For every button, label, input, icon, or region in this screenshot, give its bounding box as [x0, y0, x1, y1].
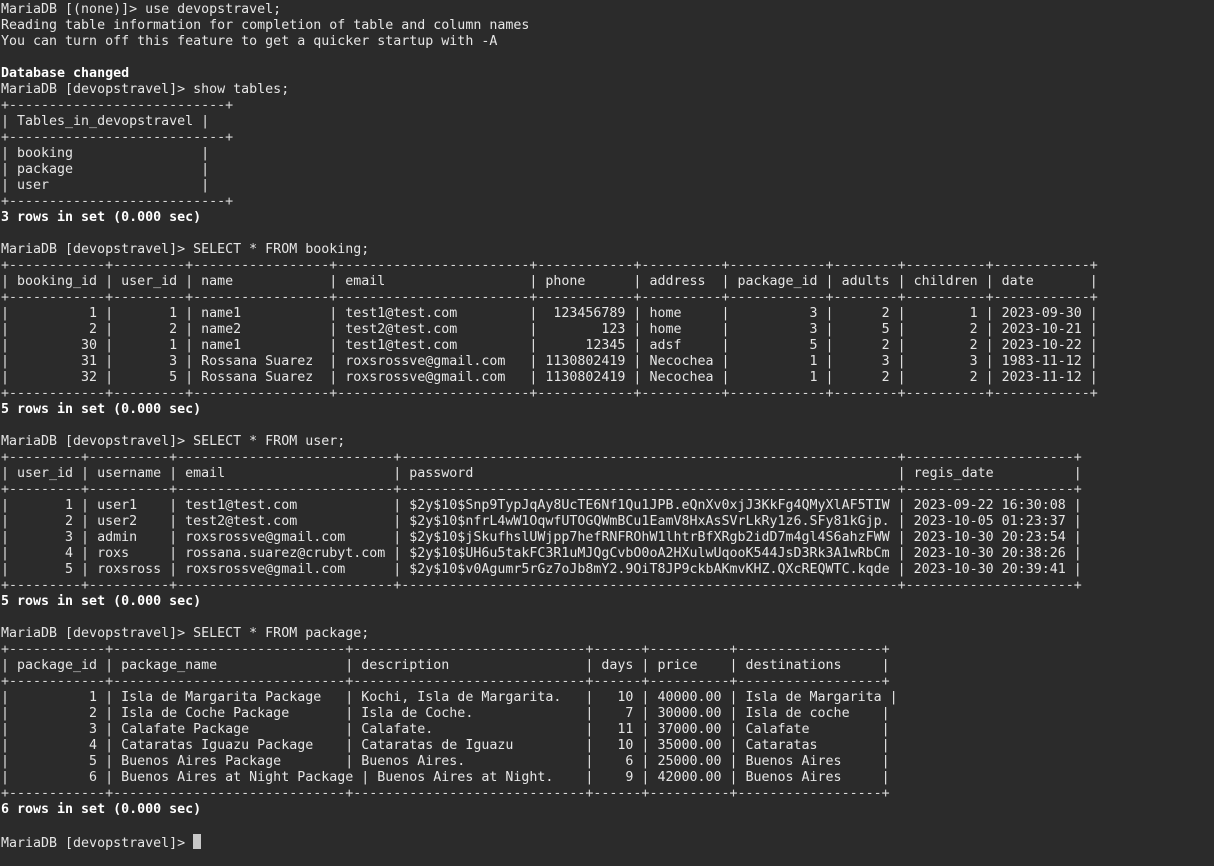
terminal-line-row: | booking |	[1, 146, 210, 161]
terminal-line-row: | 3 | Calafate Package | Calafate. | 11 …	[1, 722, 890, 737]
terminal-line-status: Database changed	[1, 66, 130, 81]
terminal-line-row: | package |	[1, 162, 210, 177]
prompt-text: MariaDB [devopstravel]>	[1, 836, 194, 850]
terminal-line-border: +---------------------------+	[1, 98, 234, 113]
terminal-line-row: | Tables_in_devopstravel |	[1, 114, 210, 129]
terminal-line-border: +------------+--------------------------…	[1, 642, 890, 657]
terminal-line-row: | 5 | roxsross | roxsrossve@gmail.com | …	[1, 562, 1082, 577]
terminal-line-status: 5 rows in set (0.000 sec)	[1, 594, 202, 609]
text-cursor	[193, 834, 202, 849]
terminal-line-border: +---------------------------+	[1, 194, 234, 209]
terminal-line-row: | 4 | roxs | rossana.suarez@crubyt.com |…	[1, 546, 1082, 561]
terminal-line-border: +---------+----------+------------------…	[1, 482, 1082, 497]
terminal-line-border: +---------+----------+------------------…	[1, 450, 1082, 465]
terminal-line-row: | 1 | 1 | name1 | test1@test.com | 12345…	[1, 306, 1098, 321]
terminal-line-prompt: MariaDB [devopstravel]> SELECT * FROM pa…	[1, 626, 370, 641]
terminal-line-status: 3 rows in set (0.000 sec)	[1, 210, 202, 225]
terminal-line-prompt: MariaDB [(none)]> use devopstravel;	[1, 2, 282, 17]
terminal-prompt-line[interactable]: MariaDB [devopstravel]>	[1, 834, 1214, 850]
terminal-line-row: | user_id | username | email | password …	[1, 466, 1082, 481]
terminal-output: MariaDB [(none)]> use devopstravel; Readi…	[1, 2, 1214, 834]
terminal-window[interactable]: MariaDB [(none)]> use devopstravel; Readi…	[0, 0, 1214, 866]
terminal-line-status: 5 rows in set (0.000 sec)	[1, 402, 202, 417]
terminal-line-row: | 5 | Buenos Aires Package | Buenos Aire…	[1, 754, 890, 769]
terminal-line-row: | 2 | 2 | name2 | test2@test.com | 123 |…	[1, 322, 1098, 337]
terminal-line-row: | package_id | package_name | descriptio…	[1, 658, 890, 673]
terminal-line-row: | user |	[1, 178, 210, 193]
terminal-line-prompt: MariaDB [devopstravel]> show tables;	[1, 82, 290, 97]
terminal-line-border: +------------+--------------------------…	[1, 786, 890, 801]
terminal-line-row: | 4 | Cataratas Iguazu Package | Catarat…	[1, 738, 890, 753]
terminal-line-row: | 2 | user2 | test2@test.com | $2y$10$nf…	[1, 514, 1082, 529]
terminal-line-row: | 32 | 5 | Rossana Suarez | roxsrossve@g…	[1, 370, 1098, 385]
terminal-line-row: | 30 | 1 | name1 | test1@test.com | 1234…	[1, 338, 1098, 353]
terminal-line-border: +---------+----------+------------------…	[1, 578, 1082, 593]
terminal-line-row: | 3 | admin | roxsrossve@gmail.com | $2y…	[1, 530, 1082, 545]
terminal-line-border: +------------+---------+----------------…	[1, 386, 1098, 401]
terminal-line-row: | booking_id | user_id | name | email | …	[1, 274, 1098, 289]
terminal-line-output: Reading table information for completion…	[1, 18, 530, 33]
terminal-line-prompt: MariaDB [devopstravel]> SELECT * FROM us…	[1, 434, 346, 449]
terminal-line-row: | 6 | Buenos Aires at Night Package | Bu…	[1, 770, 890, 785]
terminal-line-border: +------------+---------+----------------…	[1, 258, 1098, 273]
terminal-line-status: 6 rows in set (0.000 sec)	[1, 802, 202, 817]
terminal-line-row: | 31 | 3 | Rossana Suarez | roxsrossve@g…	[1, 354, 1098, 369]
terminal-line-row: | 1 | user1 | test1@test.com | $2y$10$Sn…	[1, 498, 1082, 513]
terminal-line-prompt: MariaDB [devopstravel]> SELECT * FROM bo…	[1, 242, 370, 257]
terminal-line-output: You can turn off this feature to get a q…	[1, 34, 498, 49]
terminal-line-row: | 1 | Isla de Margarita Package | Kochi,…	[1, 690, 898, 705]
terminal-line-border: +---------------------------+	[1, 130, 234, 145]
terminal-line-border: +------------+--------------------------…	[1, 674, 890, 689]
terminal-line-row: | 2 | Isla de Coche Package | Isla de Co…	[1, 706, 890, 721]
terminal-line-border: +------------+---------+----------------…	[1, 290, 1098, 305]
